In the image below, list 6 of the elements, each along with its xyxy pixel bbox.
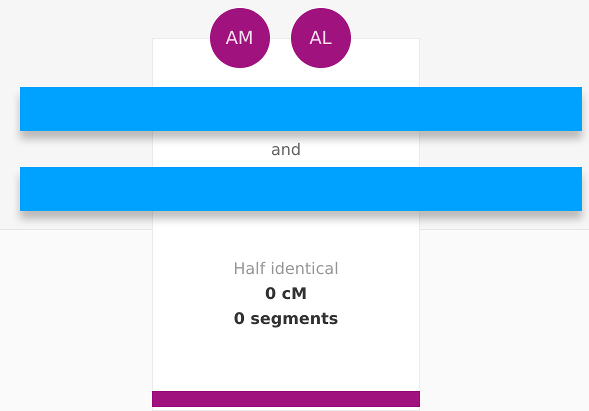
avatar: AL bbox=[290, 8, 350, 68]
joiner-text: and bbox=[270, 140, 302, 159]
segments-value: 0 segments bbox=[234, 309, 338, 328]
avatar: AM bbox=[210, 8, 270, 68]
relationship-label: Half identical bbox=[233, 259, 339, 278]
shared-dna-value: 0 cM bbox=[264, 284, 308, 303]
